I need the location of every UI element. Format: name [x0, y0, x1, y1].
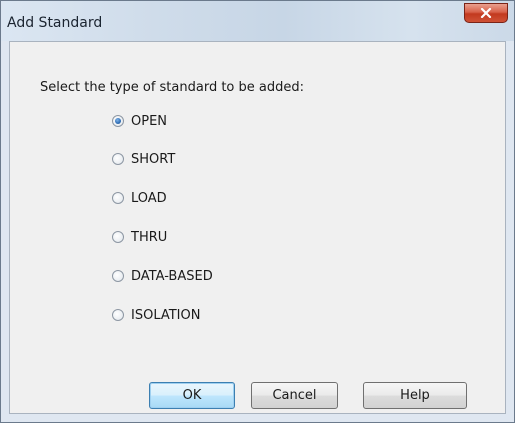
radio-button[interactable]: [112, 231, 124, 243]
close-button[interactable]: [464, 3, 508, 23]
radio-option-data-based[interactable]: DATA-BASED: [112, 267, 213, 285]
radio-label: ISOLATION: [131, 307, 201, 323]
radio-label: SHORT: [131, 151, 176, 167]
cancel-button[interactable]: Cancel: [251, 382, 338, 409]
radio-option-thru[interactable]: THRU: [112, 228, 167, 246]
window-title: Add Standard: [7, 15, 103, 31]
radio-label: THRU: [131, 229, 168, 245]
radio-button[interactable]: [112, 192, 124, 204]
dialog-body: Select the type of standard to be added:…: [9, 41, 506, 414]
help-button[interactable]: Help: [363, 382, 467, 409]
radio-option-isolation[interactable]: ISOLATION: [112, 306, 200, 324]
radio-option-load[interactable]: LOAD: [112, 189, 167, 207]
radio-label: DATA-BASED: [131, 268, 213, 284]
ok-button[interactable]: OK: [149, 382, 235, 409]
radio-selected-dot: [115, 118, 121, 124]
title-bar[interactable]: Add Standard: [1, 1, 514, 41]
radio-button[interactable]: [112, 115, 124, 127]
prompt-label: Select the type of standard to be added:: [40, 80, 304, 95]
radio-button[interactable]: [112, 270, 124, 282]
radio-label: OPEN: [131, 113, 168, 129]
radio-button[interactable]: [112, 309, 124, 321]
close-icon: [480, 8, 492, 18]
radio-option-short[interactable]: SHORT: [112, 150, 175, 168]
radio-option-open[interactable]: OPEN: [112, 112, 167, 130]
radio-button[interactable]: [112, 153, 124, 165]
add-standard-dialog: Add Standard Select the type of standard…: [0, 0, 515, 423]
radio-label: LOAD: [131, 190, 167, 206]
